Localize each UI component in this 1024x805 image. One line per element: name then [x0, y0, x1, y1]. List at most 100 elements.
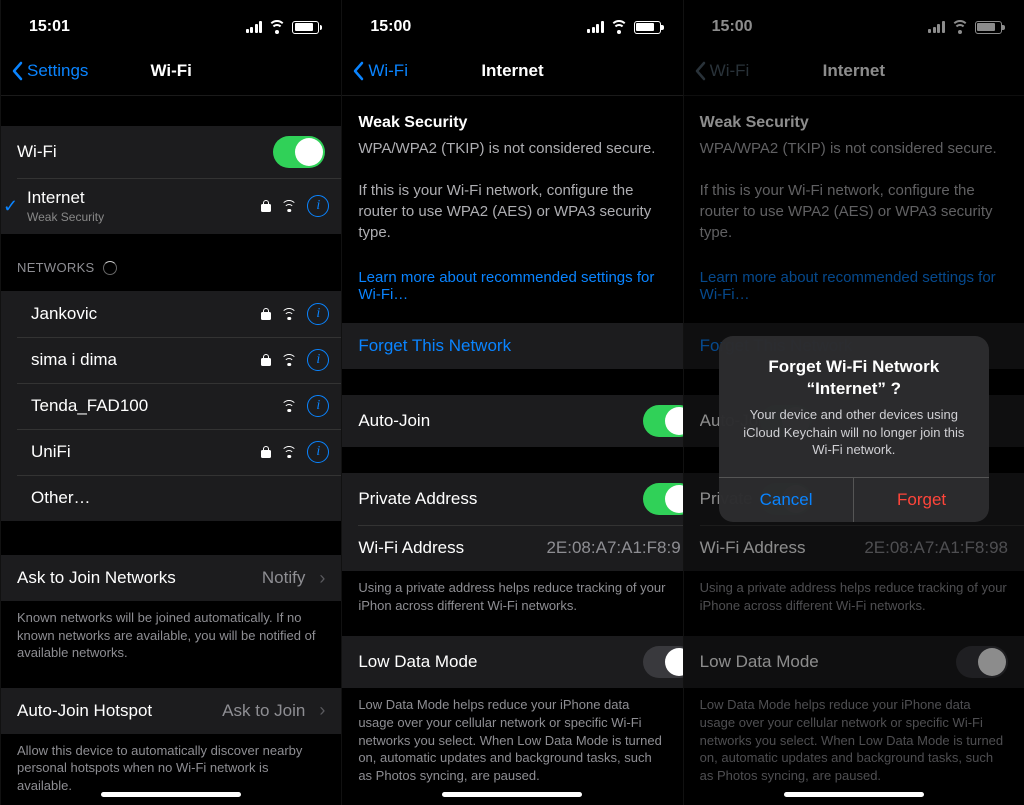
alert-message: Your device and other devices using iClo… — [737, 406, 971, 459]
learn-more-link: Learn more about recommended settings fo… — [684, 259, 1024, 313]
other-label: Other… — [31, 488, 329, 508]
security-line1: WPA/WPA2 (TKIP) is not considered secure… — [358, 140, 655, 157]
hotspot-label: Auto-Join Hotspot — [17, 701, 222, 721]
wifi-icon — [268, 20, 286, 34]
home-indicator[interactable] — [101, 792, 241, 797]
back-label: Wi-Fi — [710, 61, 750, 81]
cellular-icon — [246, 21, 263, 33]
back-label: Settings — [27, 61, 88, 81]
security-title: Weak Security — [700, 112, 1008, 134]
back-button[interactable]: Settings — [11, 61, 88, 81]
current-network-row[interactable]: ✓ Internet Weak Security i — [1, 178, 341, 234]
network-row[interactable]: sima i dima i — [1, 337, 341, 383]
network-name: Jankovic — [31, 304, 261, 324]
info-icon[interactable]: i — [307, 441, 329, 463]
clock: 15:01 — [29, 18, 70, 36]
other-network-row[interactable]: Other… — [1, 475, 341, 521]
home-indicator[interactable] — [442, 792, 582, 797]
security-line1: WPA/WPA2 (TKIP) is not considered secure… — [700, 140, 997, 157]
network-name: UniFi — [31, 442, 261, 462]
current-network-sub: Weak Security — [27, 210, 261, 224]
nav-header: Settings Wi-Fi — [1, 46, 341, 96]
ask-to-join-row[interactable]: Ask to Join Networks Notify › — [1, 555, 341, 601]
networks-header: NETWORKS — [1, 260, 341, 281]
clock: 15:00 — [712, 18, 753, 36]
info-icon[interactable]: i — [307, 303, 329, 325]
ask-footer: Known networks will be joined automatica… — [1, 601, 341, 670]
alert-forget-button[interactable]: Forget — [854, 478, 989, 522]
private-address-toggle[interactable] — [643, 483, 683, 515]
ask-label: Ask to Join Networks — [17, 568, 262, 588]
auto-join-toggle[interactable] — [643, 405, 683, 437]
lock-icon — [261, 354, 271, 366]
low-data-label: Low Data Mode — [358, 652, 642, 672]
wifi-signal-icon — [281, 308, 297, 320]
back-button: Wi-Fi — [694, 61, 750, 81]
security-line2: If this is your Wi-Fi network, configure… — [700, 182, 993, 241]
chevron-right-icon: › — [319, 568, 325, 589]
auto-join-label: Auto-Join — [358, 411, 642, 431]
status-bar: 15:00 — [684, 0, 1024, 46]
private-address-footer: Using a private address helps reduce tra… — [684, 571, 1024, 622]
wifi-signal-icon — [281, 354, 297, 366]
wifi-toggle-row[interactable]: Wi-Fi — [1, 126, 341, 178]
low-data-toggle[interactable] — [643, 646, 683, 678]
low-data-label: Low Data Mode — [700, 652, 956, 672]
spinner-icon — [103, 261, 117, 275]
info-icon[interactable]: i — [307, 195, 329, 217]
home-indicator[interactable] — [784, 792, 924, 797]
alert-cancel-button[interactable]: Cancel — [719, 478, 855, 522]
network-row[interactable]: Tenda_FAD100 i — [1, 383, 341, 429]
back-button[interactable]: Wi-Fi — [352, 61, 408, 81]
info-icon[interactable]: i — [307, 395, 329, 417]
private-address-footer: Using a private address helps reduce tra… — [342, 571, 682, 622]
private-address-label: Private Address — [358, 489, 642, 509]
wifi-signal-icon — [281, 400, 297, 412]
security-title: Weak Security — [358, 112, 666, 134]
network-name: sima i dima — [31, 350, 261, 370]
network-row[interactable]: UniFi i — [1, 429, 341, 475]
forget-alert: Forget Wi-Fi Network “Internet” ? Your d… — [719, 336, 989, 522]
wifi-toggle[interactable] — [273, 136, 325, 168]
network-row[interactable]: Jankovic i — [1, 291, 341, 337]
auto-join-row[interactable]: Auto-Join — [342, 395, 682, 447]
battery-icon — [634, 21, 661, 34]
forget-network-row[interactable]: Forget This Network — [342, 323, 682, 369]
back-label: Wi-Fi — [368, 61, 408, 81]
forget-label: Forget This Network — [358, 336, 666, 356]
wifi-icon — [951, 20, 969, 34]
wifi-address-row: Wi-Fi Address 2E:08:A7:A1:F8:9 — [342, 525, 682, 571]
private-address-row[interactable]: Private Address — [342, 473, 682, 525]
lock-icon — [261, 308, 271, 320]
nav-header: Wi-Fi Internet — [684, 46, 1024, 96]
ask-value: Notify — [262, 568, 305, 588]
wifi-address-row: Wi-Fi Address 2E:08:A7:A1:F8:98 — [684, 525, 1024, 571]
wifi-signal-icon — [281, 446, 297, 458]
cellular-icon — [928, 21, 945, 33]
current-network-name: Internet — [27, 188, 85, 207]
wifi-signal-icon — [281, 200, 297, 212]
learn-more-link[interactable]: Learn more about recommended settings fo… — [342, 259, 682, 313]
status-bar: 15:00 — [342, 0, 682, 46]
clock: 15:00 — [370, 18, 411, 36]
battery-icon — [292, 21, 319, 34]
wifi-address-value: 2E:08:A7:A1:F8:9 — [546, 538, 680, 558]
chevron-right-icon: › — [319, 700, 325, 721]
wifi-address-value: 2E:08:A7:A1:F8:98 — [864, 538, 1008, 558]
cellular-icon — [587, 21, 604, 33]
auto-join-hotspot-row[interactable]: Auto-Join Hotspot Ask to Join› — [1, 688, 341, 734]
lock-icon — [261, 446, 271, 458]
phone-forget-dialog: 15:00 Wi-Fi Internet Weak Security WPA/W… — [683, 0, 1024, 805]
nav-header: Wi-Fi Internet — [342, 46, 682, 96]
status-bar: 15:01 — [1, 0, 341, 46]
security-line2: If this is your Wi-Fi network, configure… — [358, 182, 651, 241]
wifi-icon — [610, 20, 628, 34]
security-warning: Weak Security WPA/WPA2 (TKIP) is not con… — [684, 96, 1024, 259]
low-data-mode-row: Low Data Mode — [684, 636, 1024, 688]
low-data-mode-row[interactable]: Low Data Mode — [342, 636, 682, 688]
security-warning: Weak Security WPA/WPA2 (TKIP) is not con… — [342, 96, 682, 259]
phone-wifi-list: 15:01 Settings Wi-Fi Wi-Fi ✓ Internet We… — [0, 0, 341, 805]
network-name: Tenda_FAD100 — [31, 396, 281, 416]
wifi-address-label: Wi-Fi Address — [700, 538, 865, 558]
info-icon[interactable]: i — [307, 349, 329, 371]
